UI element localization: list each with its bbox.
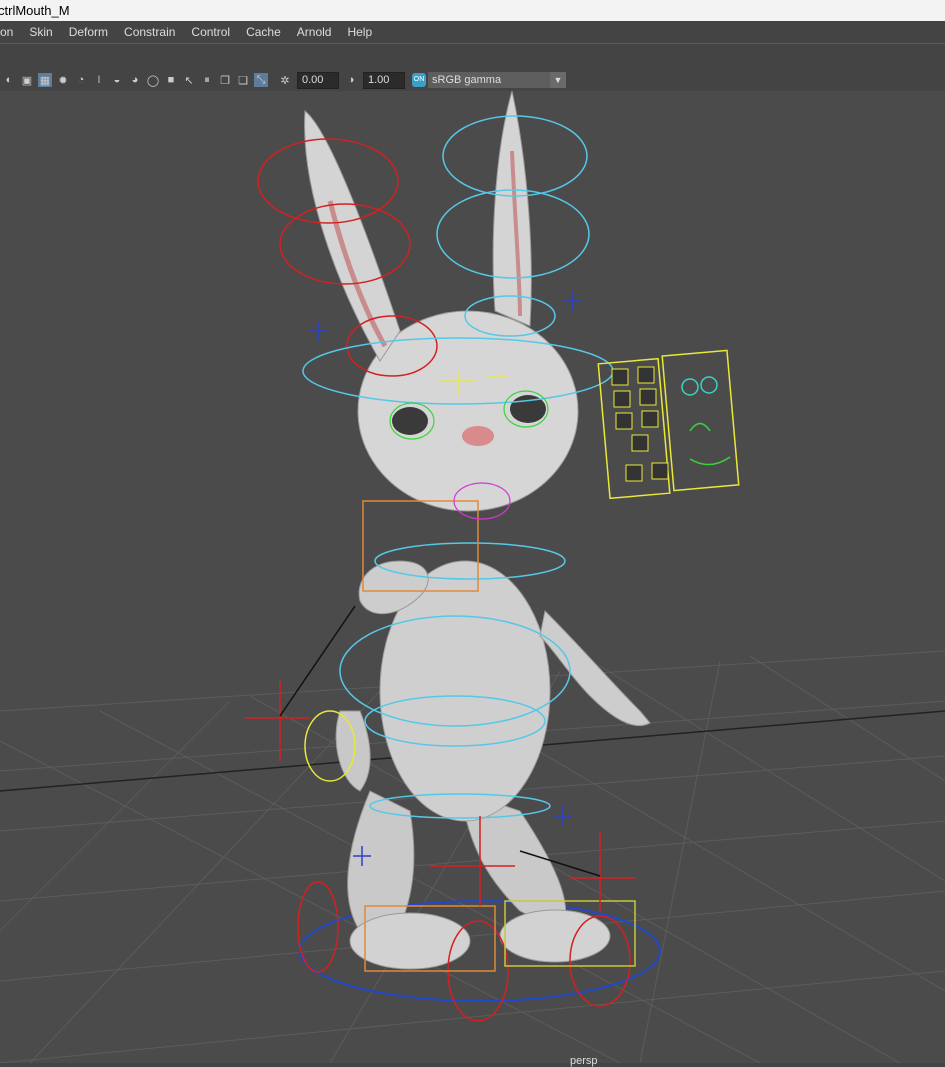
menu-item-cache[interactable]: Cache — [238, 21, 289, 43]
panel-eye-l-icon[interactable] — [681, 378, 699, 396]
viewport-3d[interactable] — [0, 91, 945, 1063]
exposure-toggle-icon[interactable]: ◑ — [344, 73, 358, 87]
menu-item-arnold[interactable]: Arnold — [289, 21, 340, 43]
chevron-down-icon: ▼ — [550, 72, 566, 88]
scene-canvas[interactable] — [0, 91, 945, 1063]
menu-item-control[interactable]: Control — [183, 21, 238, 43]
aperture-icon[interactable]: ✲ — [278, 73, 292, 87]
cursor-icon[interactable]: ↖ — [182, 73, 196, 87]
camera-label: persp — [570, 1055, 598, 1067]
left-eye — [392, 407, 428, 435]
face-control-panel[interactable] — [597, 349, 740, 500]
aa-icon[interactable]: ◕ — [128, 73, 142, 87]
menu-item-on[interactable]: on — [0, 21, 21, 43]
left-foot[interactable] — [349, 912, 471, 970]
checker-icon[interactable]: ▦ — [38, 73, 52, 87]
panel-right[interactable] — [661, 349, 740, 492]
frame-icon[interactable]: ⏸ — [200, 73, 214, 87]
light-icon[interactable]: ◐ — [2, 73, 16, 87]
locator-right-head[interactable] — [563, 291, 581, 311]
gamma-field[interactable]: 1.00 — [363, 71, 405, 89]
sun-icon[interactable]: ✹ — [56, 73, 70, 87]
resize-icon[interactable]: ⤡ — [254, 73, 268, 87]
left-heel-ctrl[interactable] — [297, 881, 339, 973]
bulb-icon[interactable]: ⏽ — [92, 73, 106, 87]
right-arm[interactable] — [539, 609, 651, 727]
menu-item-deform[interactable]: Deform — [61, 21, 116, 43]
locator-right-knee[interactable] — [553, 806, 571, 826]
colorspace-select-value: sRGB gamma — [432, 74, 502, 86]
copy2-icon[interactable]: ❏ — [236, 73, 250, 87]
menu-item-help[interactable]: Help — [339, 21, 380, 43]
ring-icon[interactable]: ◯ — [146, 73, 160, 87]
right-ear[interactable] — [492, 91, 532, 327]
window-titlebar: ctrlMouth_M — [0, 0, 945, 22]
ao-icon[interactable]: ◒ — [110, 73, 124, 87]
viewport-toolbar: ◐ ▣ ▦ ✹ ◔ ⏽ ◒ ◕ ◯ ■ ↖ ⏸ ❐ ❏ ⤡ ✲ 0.00 ◑ 1… — [0, 69, 945, 91]
panel-mouth-icon[interactable] — [689, 456, 731, 466]
color-management-toggle[interactable]: ON — [412, 73, 426, 87]
square-icon[interactable]: ■ — [164, 73, 178, 87]
pole-vector-line-1 — [279, 605, 356, 717]
menu-item-skin[interactable]: Skin — [21, 21, 60, 43]
panel-nose-icon[interactable] — [689, 422, 711, 432]
copy-icon[interactable]: ❐ — [218, 73, 232, 87]
shelf-area — [0, 43, 945, 70]
right-foot[interactable] — [499, 909, 611, 963]
locator-left-head[interactable] — [310, 321, 328, 341]
menu-bar: on Skin Deform Constrain Control Cache A… — [0, 21, 945, 43]
shadow-icon[interactable]: ◔ — [74, 73, 88, 87]
menu-item-constrain[interactable]: Constrain — [116, 21, 183, 43]
window-title: ctrlMouth_M — [0, 3, 70, 18]
panel-eye-r-icon[interactable] — [700, 376, 718, 394]
colorspace-select[interactable]: sRGB gamma ▼ — [428, 72, 566, 88]
nose — [462, 426, 494, 446]
exposure-field[interactable]: 0.00 — [297, 71, 339, 89]
locator-right-foot[interactable] — [570, 831, 635, 911]
cube-icon[interactable]: ▣ — [20, 73, 34, 87]
